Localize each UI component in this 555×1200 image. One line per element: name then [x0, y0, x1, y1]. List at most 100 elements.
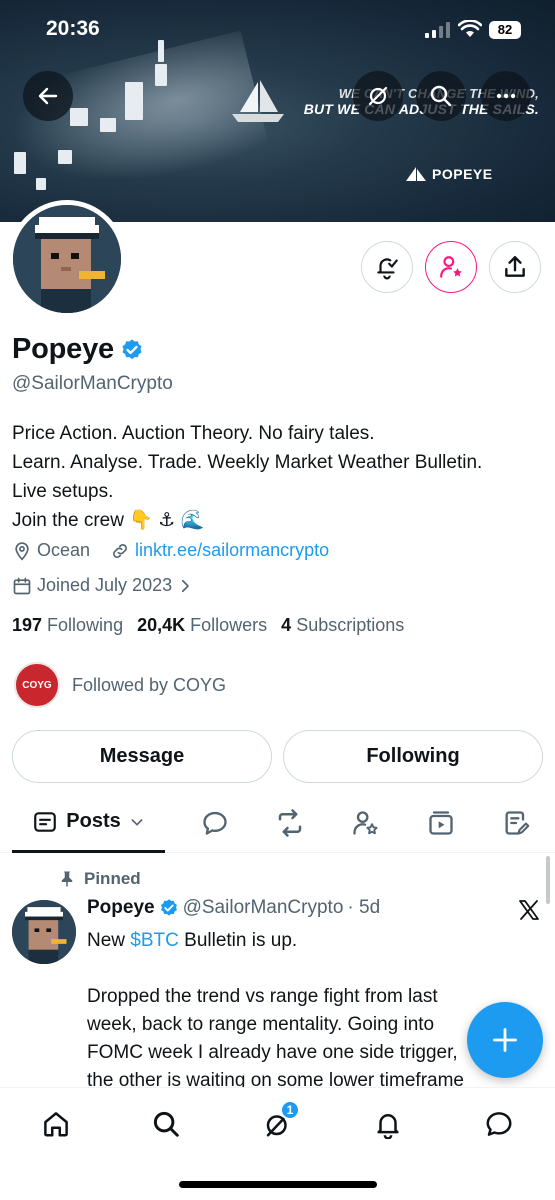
person-star-icon	[440, 256, 462, 278]
verified-badge-icon	[160, 899, 177, 916]
following-button[interactable]: Following	[283, 730, 543, 783]
posts-icon	[34, 811, 57, 832]
bell-icon	[377, 1114, 399, 1139]
subscriptions-count: 4	[281, 615, 292, 635]
profile-name-row: Popeye	[12, 333, 144, 366]
search-icon	[430, 85, 452, 107]
back-button[interactable]	[23, 71, 73, 121]
followed-by-avatar: COYG	[14, 662, 60, 708]
person-star-icon	[353, 811, 378, 835]
banner-flag	[58, 150, 72, 164]
banner-brand: POPEYE	[404, 166, 493, 182]
following-label: Following	[47, 615, 124, 635]
tab-articles[interactable]	[494, 793, 538, 853]
banner-flag	[125, 82, 143, 120]
more-dots-icon	[496, 93, 516, 99]
profile-location: Ocean	[37, 540, 91, 560]
more-button[interactable]	[481, 71, 531, 121]
profile-stats: 197 Following 20,4K Followers 4 Subscriptio…	[12, 615, 418, 636]
location-pin-icon	[15, 541, 29, 561]
chevron-right-icon	[182, 579, 189, 592]
post-line-text: New	[87, 930, 131, 951]
x-logo-icon[interactable]	[517, 898, 541, 922]
search-icon	[153, 1111, 179, 1137]
post-header: Popeye @SailorManCrypto · 5d	[87, 897, 380, 919]
hide-replies-button[interactable]	[353, 71, 403, 121]
bio-line: Join the crew 👇 ⚓ 🌊	[12, 510, 205, 531]
pinned-label: Pinned	[84, 869, 141, 888]
post-author-name[interactable]: Popeye	[87, 897, 155, 919]
pin-icon	[61, 871, 73, 887]
share-button[interactable]	[489, 241, 541, 293]
message-button[interactable]: Message	[12, 730, 272, 783]
repost-icon	[278, 809, 302, 837]
subscribe-button[interactable]	[425, 241, 477, 293]
brand-logo-icon	[406, 167, 426, 181]
tab-media[interactable]	[419, 793, 463, 853]
message-bubble-icon	[486, 1112, 512, 1136]
nav-messages[interactable]	[479, 1104, 519, 1144]
wifi-icon	[458, 20, 482, 37]
profile-joined-date: Joined July 2023	[37, 575, 173, 595]
profile-meta-row: Ocean linktr.ee/sailormancrypto	[12, 540, 329, 561]
tab-replies[interactable]	[193, 793, 237, 853]
profile-name: Popeye	[12, 333, 114, 365]
home-indicator	[179, 1181, 377, 1188]
media-video-icon	[429, 811, 453, 835]
arrow-left-icon	[38, 87, 58, 105]
banner-flag	[14, 152, 26, 174]
post-line: week, back to range mentality. Going int…	[87, 1014, 435, 1035]
status-bar: 20:36 82	[0, 0, 555, 60]
battery-indicator: 82	[489, 21, 521, 39]
pinned-indicator: Pinned	[58, 869, 141, 889]
profile-avatar[interactable]	[8, 200, 126, 318]
verified-badge-icon[interactable]	[120, 338, 144, 362]
pixel-sailor-avatar	[13, 205, 121, 313]
nav-home[interactable]	[36, 1104, 76, 1144]
calendar-icon	[13, 577, 31, 594]
profile-joined-row[interactable]: Joined July 2023	[12, 575, 199, 596]
home-icon	[44, 1112, 68, 1137]
post-author-avatar[interactable]	[12, 900, 76, 964]
post-line: New $BTC Bulletin is up.	[87, 927, 527, 955]
post-line-text: Bulletin is up.	[178, 930, 298, 951]
followed-by-row[interactable]: COYG Followed by COYG	[14, 662, 226, 708]
article-edit-icon	[505, 811, 530, 835]
nav-search[interactable]	[146, 1104, 186, 1144]
post-line: Dropped the trend vs range fight from la…	[87, 986, 438, 1007]
profile-handle: @SailorManCrypto	[12, 373, 173, 394]
pixel-sailor-avatar	[12, 900, 76, 964]
tab-subscriptions[interactable]	[343, 793, 387, 853]
bio-line: Price Action. Auction Theory. No fairy t…	[12, 423, 375, 444]
tab-posts[interactable]: Posts	[12, 793, 165, 853]
followers-stat[interactable]: 20,4K Followers	[137, 615, 267, 636]
profile-website-link[interactable]: linktr.ee/sailormancrypto	[135, 540, 329, 561]
eye-slash-icon	[368, 86, 388, 106]
nav-notifications[interactable]	[368, 1104, 408, 1144]
bell-check-icon	[377, 258, 398, 280]
followers-count: 20,4K	[137, 615, 186, 635]
bio-line: Live setups.	[12, 481, 114, 502]
search-button[interactable]	[416, 71, 466, 121]
tab-reposts[interactable]	[268, 793, 312, 853]
scrollbar[interactable]	[546, 856, 550, 904]
post-author-handle: @SailorManCrypto	[182, 897, 344, 918]
post-body: New $BTC Bulletin is up. Dropped the tre…	[87, 927, 527, 1095]
notifications-toggle-button[interactable]	[361, 241, 413, 293]
subscriptions-stat[interactable]: 4 Subscriptions	[281, 615, 404, 636]
compose-post-button[interactable]	[467, 1002, 543, 1078]
bio-line: Learn. Analyse. Trade. Weekly Market Wea…	[12, 452, 483, 473]
following-count: 197	[12, 615, 43, 635]
link-icon	[113, 543, 127, 558]
notification-badge: 1	[280, 1100, 300, 1120]
nav-grok[interactable]: 1	[258, 1100, 300, 1144]
share-upload-icon	[505, 256, 525, 277]
cashtag-link[interactable]: $BTC	[130, 930, 179, 951]
profile-tabs: Posts	[0, 793, 555, 853]
plus-icon	[493, 1028, 517, 1052]
followers-label: Followers	[190, 615, 268, 635]
following-stat[interactable]: 197 Following	[12, 615, 123, 636]
sailboat-icon	[232, 80, 284, 122]
post-line: FOMC week I already have one side trigge…	[87, 1042, 458, 1063]
